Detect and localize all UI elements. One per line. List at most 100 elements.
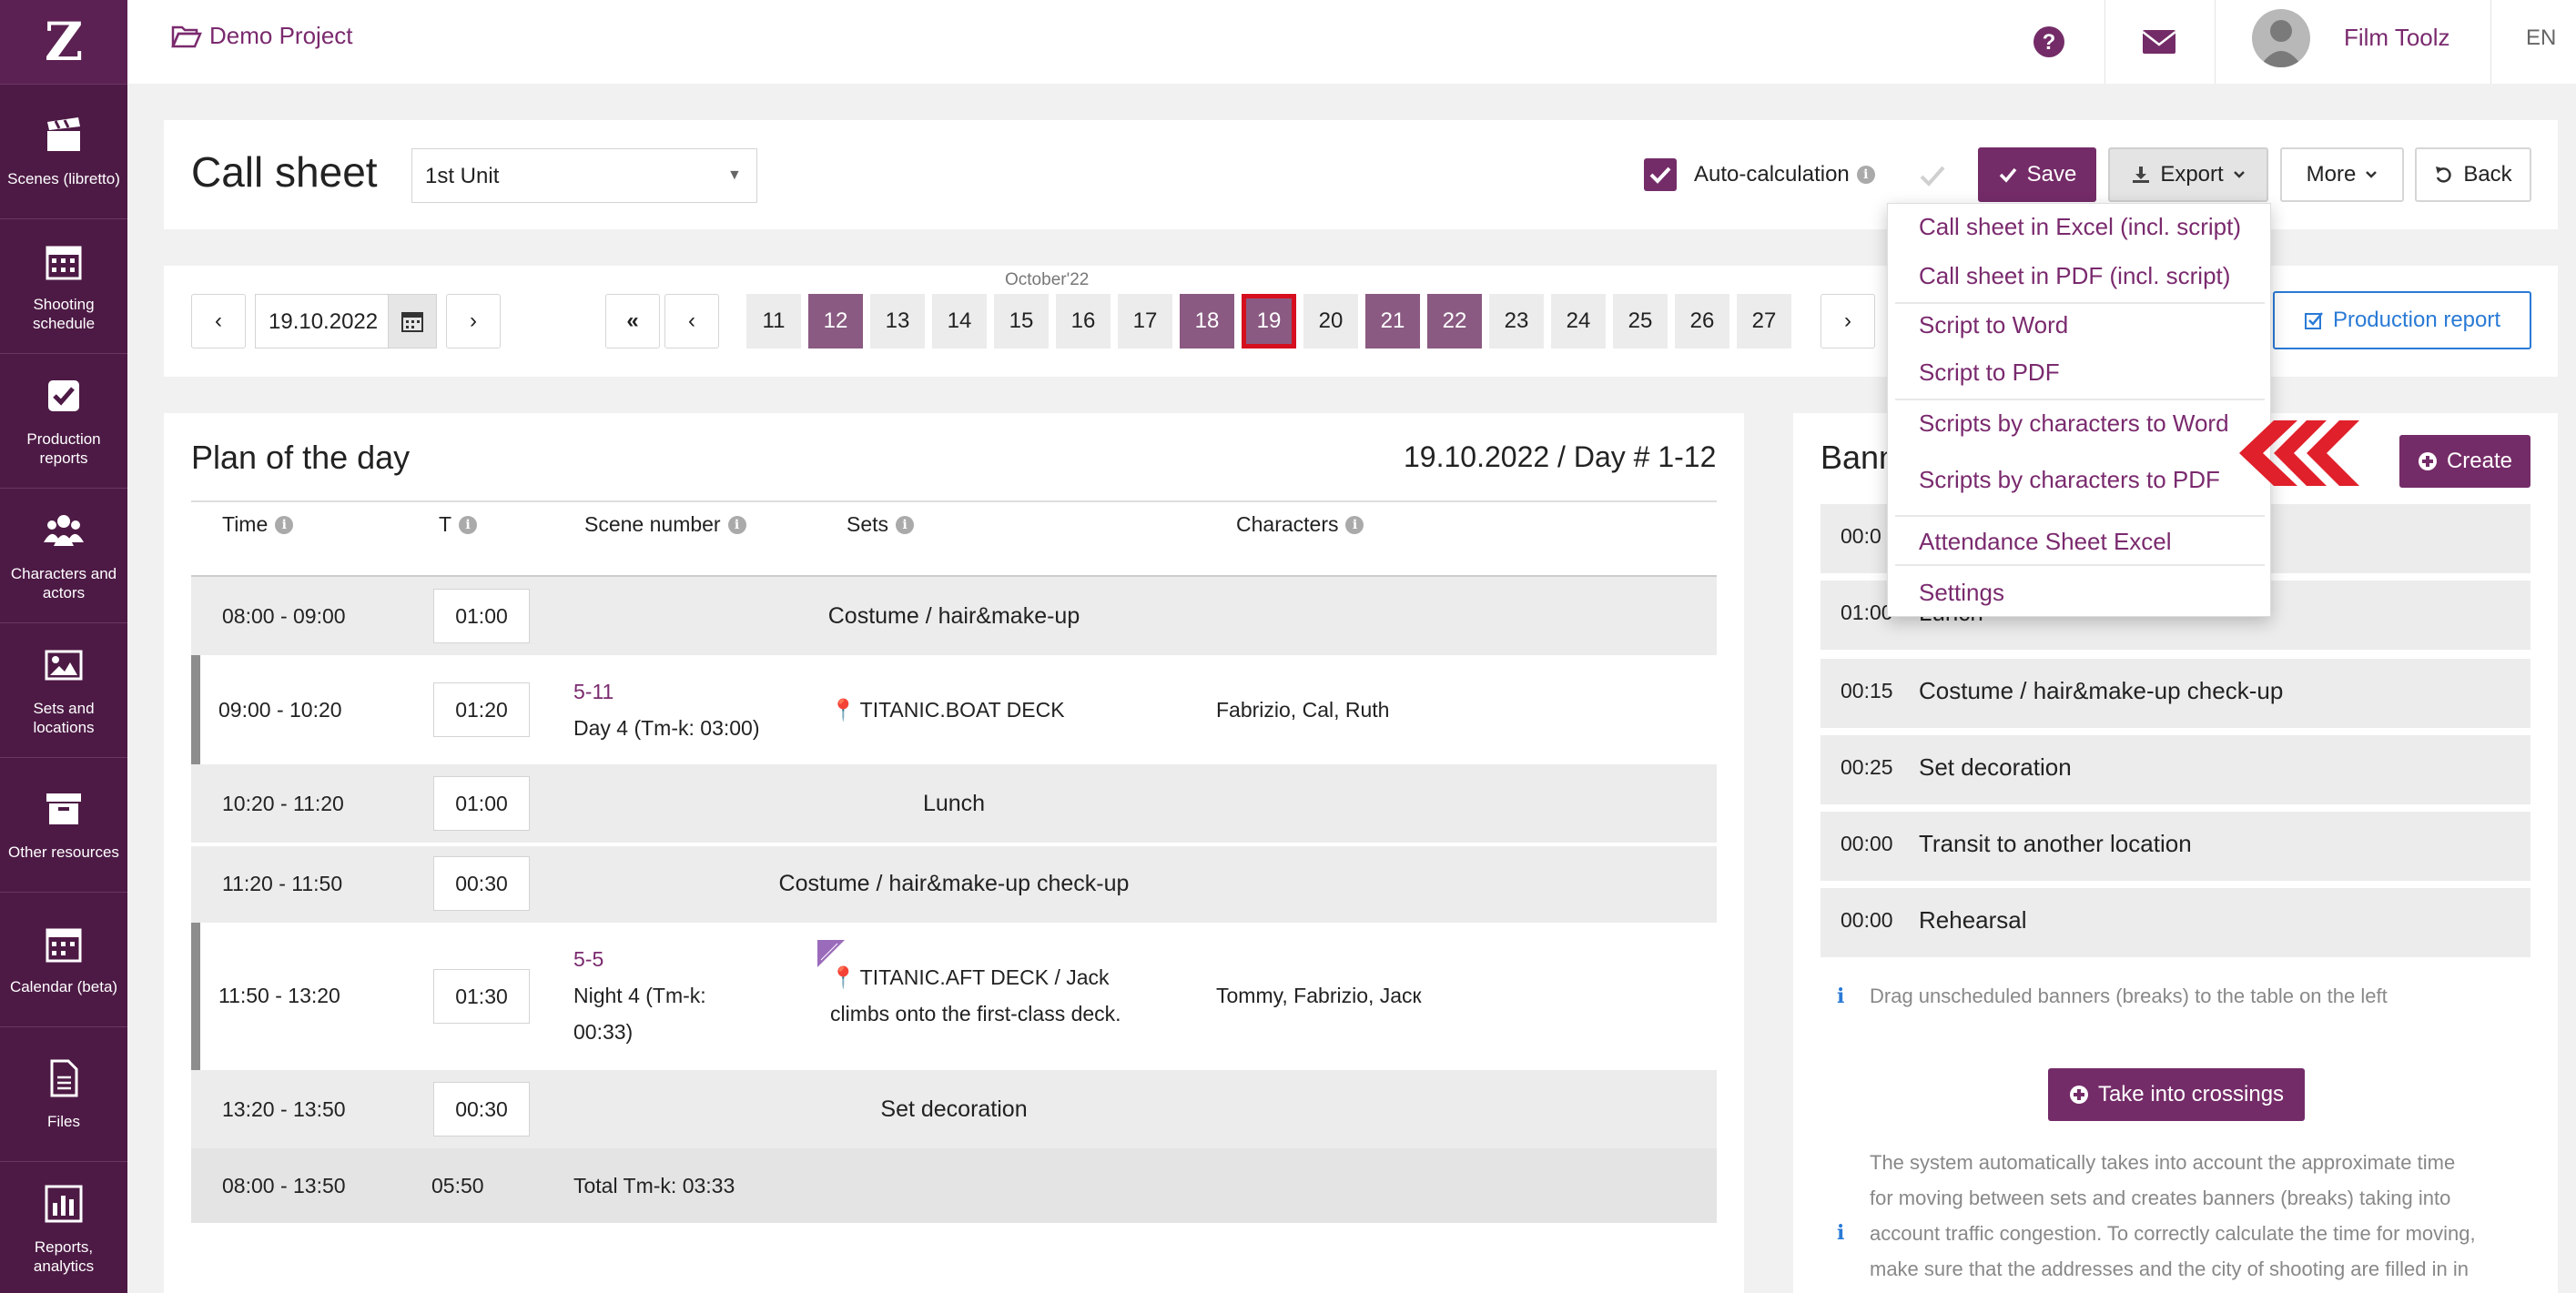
day-button[interactable]: 20 <box>1303 294 1358 349</box>
row-drag-handle[interactable] <box>191 655 200 764</box>
sidebar-item-sets[interactable]: Sets and locations <box>0 622 127 757</box>
scene-number-link[interactable]: 5-5 <box>573 941 603 977</box>
day-button[interactable]: 15 <box>994 294 1049 349</box>
sidebar-item-files[interactable]: Files <box>0 1026 127 1161</box>
sidebar-item-reports[interactable]: Reports, analytics <box>0 1161 127 1293</box>
day-button[interactable]: 22 <box>1427 294 1482 349</box>
menu-divider <box>1895 302 2265 304</box>
unit-select[interactable]: 1st Unit ▼ <box>411 148 757 203</box>
chevron-right-icon: › <box>1844 308 1851 333</box>
duration-field[interactable]: 01:20 <box>433 682 530 737</box>
day-button[interactable]: 14 <box>932 294 987 349</box>
first-week-button[interactable]: « <box>605 294 660 349</box>
sidebar-item-calendar[interactable]: Calendar (beta) <box>0 892 127 1026</box>
day-button[interactable]: 18 <box>1180 294 1234 349</box>
menu-item-script-pdf[interactable]: Script to PDF <box>1919 359 2060 387</box>
menu-item-scripts-characters-pdf[interactable]: Scripts by characters to PDF <box>1919 466 2220 494</box>
day-button[interactable]: 11 <box>746 294 801 349</box>
day-button[interactable]: 25 <box>1613 294 1668 349</box>
topbar-divider <box>2490 0 2491 84</box>
next-week-button[interactable]: › <box>1820 294 1875 349</box>
sidebar-item-production-reports[interactable]: Production reports <box>0 353 127 488</box>
table-row[interactable]: 11:50 - 13:20 01:30 5-5 Night 4 (Tm-k: 0… <box>191 923 1717 1070</box>
sidebar-item-other-resources[interactable]: Other resources <box>0 757 127 892</box>
column-header-characters: Characters i <box>1236 512 1364 537</box>
day-button[interactable]: 27 <box>1737 294 1791 349</box>
chevron-left-icon: ‹ <box>688 308 695 333</box>
project-link[interactable]: Demo Project <box>171 22 353 50</box>
day-button[interactable]: 21 <box>1365 294 1420 349</box>
user-name[interactable]: Film Toolz <box>2344 24 2450 52</box>
scene-number-link[interactable]: 5-11 <box>573 673 614 710</box>
next-date-button[interactable]: › <box>446 294 501 349</box>
day-button[interactable]: 26 <box>1675 294 1729 349</box>
banner-row[interactable]: 00:00 Transit to another location <box>1820 812 2530 881</box>
sidebar-item-scenes[interactable]: Scenes (libretto) <box>0 84 127 218</box>
banner-row[interactable]: 00:00 Rehearsal <box>1820 888 2530 957</box>
row-drag-handle[interactable] <box>191 923 200 1070</box>
take-into-crossings-button[interactable]: Take into crossings <box>2048 1068 2305 1121</box>
menu-item-scripts-characters-word[interactable]: Scripts by characters to Word <box>1919 409 2229 438</box>
prev-date-button[interactable]: ‹ <box>191 294 246 349</box>
help-icon[interactable]: ? <box>2027 20 2071 64</box>
menu-item-settings[interactable]: Settings <box>1919 579 2004 607</box>
table-row[interactable]: 13:20 - 13:50 00:30 Set decoration <box>191 1070 1717 1148</box>
day-button[interactable]: 13 <box>870 294 925 349</box>
chevron-down-icon <box>2366 171 2378 178</box>
duration-field[interactable]: 01:30 <box>433 969 530 1024</box>
calendar-icon <box>401 312 423 332</box>
calendar-icon <box>46 928 82 963</box>
set-name: 📍 TITANIC.BOAT DECK <box>830 692 1065 728</box>
prev-week-button[interactable]: ‹ <box>664 294 719 349</box>
scene-description: Night 4 (Tm-k: <box>573 984 706 1007</box>
table-row[interactable]: 11:20 - 11:50 00:30 Costume / hair&make-… <box>191 844 1717 923</box>
mail-icon[interactable] <box>2137 20 2181 64</box>
sidebar-item-characters[interactable]: Characters and actors <box>0 488 127 622</box>
day-button[interactable]: 12 <box>808 294 863 349</box>
picture-icon <box>45 650 83 680</box>
banner-label: Set decoration <box>880 1096 1028 1122</box>
total-time: 08:00 - 13:50 <box>222 1174 346 1197</box>
day-button-current[interactable]: 19 <box>1242 294 1296 349</box>
menu-item-attendance-sheet[interactable]: Attendance Sheet Excel <box>1919 528 2172 556</box>
save-button[interactable]: Save <box>1978 147 2096 202</box>
menu-item-callsheet-pdf[interactable]: Call sheet in PDF (incl. script) <box>1919 262 2230 290</box>
divider <box>191 500 1717 502</box>
day-button[interactable]: 16 <box>1056 294 1111 349</box>
calendar-picker-button[interactable] <box>388 294 437 349</box>
day-button[interactable]: 17 <box>1118 294 1172 349</box>
info-icon: i <box>727 515 746 534</box>
file-icon <box>50 1059 78 1097</box>
scene-description: 00:33) <box>573 1020 634 1044</box>
more-button[interactable]: More <box>2280 147 2404 202</box>
table-row[interactable]: 09:00 - 10:20 01:20 5-11 Day 4 (Tm-k: 03… <box>191 655 1717 764</box>
menu-item-script-word[interactable]: Script to Word <box>1919 311 2068 339</box>
banner-row[interactable]: 00:15 Costume / hair&make-up check-up <box>1820 659 2530 728</box>
table-row[interactable]: 10:20 - 11:20 01:00 Lunch <box>191 764 1717 843</box>
characters-list: Tommy, Fabrizio, Jaск <box>1216 984 1422 1007</box>
info-icon: i <box>1837 1221 1845 1245</box>
check-icon[interactable] <box>1917 160 1948 191</box>
language-switch[interactable]: EN <box>2526 25 2556 51</box>
info-icon: i <box>896 515 915 534</box>
back-button[interactable]: Back <box>2415 147 2531 202</box>
export-button[interactable]: Export <box>2108 147 2268 202</box>
table-total-row: 08:00 - 13:50 05:50 Total Tm-k: 03:33 <box>191 1148 1717 1223</box>
menu-item-callsheet-excel[interactable]: Call sheet in Excel (incl. script) <box>1919 213 2241 241</box>
sidebar-item-label: Sets and locations <box>33 699 95 736</box>
column-header-t: Ti <box>439 512 478 537</box>
menu-divider <box>1895 399 2265 400</box>
auto-calculation-checkbox[interactable] <box>1644 158 1677 191</box>
app-logo[interactable]: Z <box>0 0 127 84</box>
banner-row[interactable]: 00:25 Set decoration <box>1820 735 2530 804</box>
table-row[interactable]: 08:00 - 09:00 01:00 Costume / hair&make-… <box>191 577 1717 655</box>
production-report-button[interactable]: Production report <box>2273 291 2531 349</box>
sidebar-item-shooting-schedule[interactable]: Shooting schedule <box>0 218 127 353</box>
day-button[interactable]: 24 <box>1551 294 1606 349</box>
avatar[interactable] <box>2252 9 2310 67</box>
row-time: 09:00 - 10:20 <box>218 698 342 722</box>
create-banner-button[interactable]: Create <box>2399 435 2530 488</box>
chevron-right-icon: › <box>470 308 477 333</box>
info-icon: i <box>1345 515 1364 534</box>
day-button[interactable]: 23 <box>1489 294 1544 349</box>
